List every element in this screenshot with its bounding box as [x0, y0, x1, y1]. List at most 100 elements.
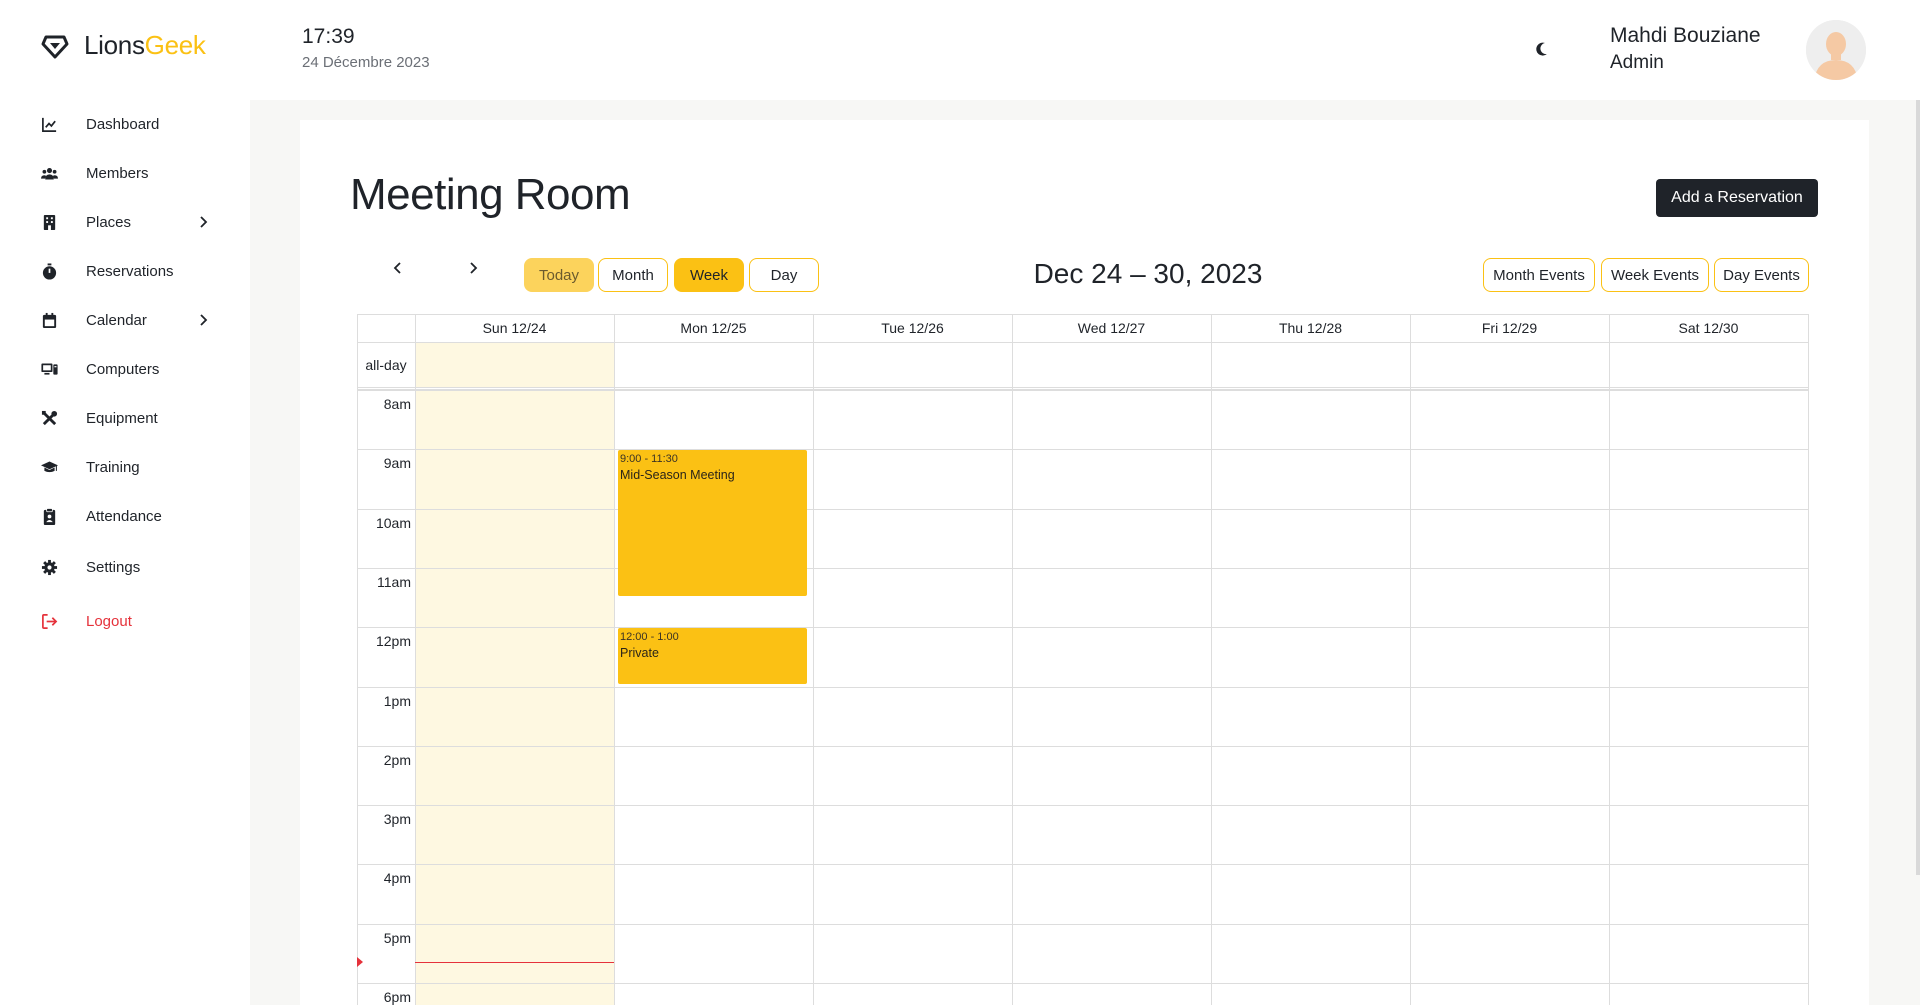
day-header[interactable]: Wed 12/27	[1012, 314, 1211, 342]
allday-slot[interactable]	[614, 342, 813, 387]
time-slot[interactable]	[614, 805, 813, 864]
time-slot[interactable]	[415, 449, 614, 508]
time-slot[interactable]	[1609, 509, 1808, 568]
time-slot[interactable]	[415, 746, 614, 805]
time-slot[interactable]	[1211, 864, 1410, 923]
day-header[interactable]: Sat 12/30	[1609, 314, 1808, 342]
time-slot[interactable]	[1609, 449, 1808, 508]
time-slot[interactable]	[813, 805, 1012, 864]
time-slot[interactable]	[813, 687, 1012, 746]
time-slot[interactable]	[1410, 568, 1609, 627]
time-slot[interactable]	[1211, 746, 1410, 805]
sidebar-item-settings[interactable]: Settings	[40, 551, 210, 583]
time-slot[interactable]	[614, 746, 813, 805]
time-slot[interactable]	[1211, 687, 1410, 746]
time-slot[interactable]	[1609, 924, 1808, 983]
time-slot[interactable]	[1410, 805, 1609, 864]
day-events-button[interactable]: Day Events	[1714, 258, 1809, 292]
time-slot[interactable]	[1609, 983, 1808, 1005]
time-slot[interactable]	[1410, 449, 1609, 508]
calendar-event[interactable]: 9:00 - 11:30 Mid-Season Meeting	[618, 450, 807, 596]
week-view-button[interactable]: Week	[674, 258, 744, 292]
time-slot[interactable]	[614, 983, 813, 1005]
prev-week-button[interactable]	[383, 253, 413, 283]
day-header[interactable]: Sun 12/24	[415, 314, 614, 342]
today-button[interactable]: Today	[524, 258, 594, 292]
time-slot[interactable]	[415, 983, 614, 1005]
time-slot[interactable]	[1609, 805, 1808, 864]
time-slot[interactable]	[1211, 568, 1410, 627]
time-slot[interactable]	[813, 449, 1012, 508]
time-slot[interactable]	[415, 627, 614, 686]
time-slot[interactable]	[614, 687, 813, 746]
time-slot[interactable]	[813, 509, 1012, 568]
time-slot[interactable]	[813, 746, 1012, 805]
time-slot[interactable]	[415, 924, 614, 983]
time-slot[interactable]	[1012, 390, 1211, 449]
day-view-button[interactable]: Day	[749, 258, 819, 292]
sidebar-item-members[interactable]: Members	[40, 157, 210, 189]
day-header[interactable]: Mon 12/25	[614, 314, 813, 342]
time-slot[interactable]	[1609, 627, 1808, 686]
sidebar-item-attendance[interactable]: Attendance	[40, 500, 210, 532]
time-slot[interactable]	[415, 568, 614, 627]
time-slot[interactable]	[415, 805, 614, 864]
time-slot[interactable]	[813, 627, 1012, 686]
sidebar-item-training[interactable]: Training	[40, 451, 210, 483]
day-header[interactable]: Tue 12/26	[813, 314, 1012, 342]
time-slot[interactable]	[1211, 627, 1410, 686]
day-header[interactable]: Thu 12/28	[1211, 314, 1410, 342]
time-slot[interactable]	[813, 983, 1012, 1005]
time-slot[interactable]	[614, 390, 813, 449]
sidebar-item-logout[interactable]: Logout	[40, 605, 210, 637]
time-slot[interactable]	[1609, 568, 1808, 627]
time-slot[interactable]	[1410, 746, 1609, 805]
allday-slot[interactable]	[1609, 342, 1808, 387]
allday-slot[interactable]	[415, 342, 614, 387]
time-slot[interactable]	[813, 568, 1012, 627]
time-slot[interactable]	[1410, 687, 1609, 746]
time-slot[interactable]	[1211, 509, 1410, 568]
calendar-event[interactable]: 12:00 - 1:00 Private	[618, 628, 807, 685]
dark-mode-toggle[interactable]	[1532, 38, 1554, 60]
time-slot[interactable]	[813, 924, 1012, 983]
time-slot[interactable]	[1410, 627, 1609, 686]
allday-slot[interactable]	[1410, 342, 1609, 387]
time-slot[interactable]	[1211, 390, 1410, 449]
time-slot[interactable]	[1012, 864, 1211, 923]
sidebar-item-computers[interactable]: Computers	[40, 353, 210, 385]
time-slot[interactable]	[1410, 390, 1609, 449]
month-view-button[interactable]: Month	[598, 258, 668, 292]
time-slot[interactable]	[1211, 983, 1410, 1005]
day-header[interactable]: Fri 12/29	[1410, 314, 1609, 342]
time-slot[interactable]	[1410, 509, 1609, 568]
time-slot[interactable]	[1211, 924, 1410, 983]
page-scrollbar[interactable]	[1916, 100, 1920, 875]
time-slot[interactable]	[1410, 924, 1609, 983]
time-slot[interactable]	[1012, 805, 1211, 864]
time-slot[interactable]	[1410, 864, 1609, 923]
time-slot[interactable]	[1609, 390, 1808, 449]
time-slot[interactable]	[813, 390, 1012, 449]
allday-slot[interactable]	[813, 342, 1012, 387]
time-slot[interactable]	[1609, 687, 1808, 746]
brand-logo[interactable]: LionsGeek	[40, 30, 206, 61]
time-slot[interactable]	[1012, 568, 1211, 627]
next-week-button[interactable]	[458, 253, 488, 283]
time-slot[interactable]	[1410, 983, 1609, 1005]
sidebar-item-places[interactable]: Places	[40, 206, 210, 238]
time-slot[interactable]	[1012, 449, 1211, 508]
time-slot[interactable]	[415, 687, 614, 746]
allday-slot[interactable]	[1012, 342, 1211, 387]
time-slot[interactable]	[1211, 449, 1410, 508]
allday-slot[interactable]	[1211, 342, 1410, 387]
time-slot[interactable]	[813, 864, 1012, 923]
add-reservation-button[interactable]: Add a Reservation	[1656, 179, 1818, 217]
time-slot[interactable]	[1012, 687, 1211, 746]
time-slot[interactable]	[1211, 805, 1410, 864]
time-slot[interactable]	[1012, 746, 1211, 805]
time-slot[interactable]	[415, 864, 614, 923]
sidebar-item-equipment[interactable]: Equipment	[40, 402, 210, 434]
time-slot[interactable]	[1012, 509, 1211, 568]
month-events-button[interactable]: Month Events	[1483, 258, 1595, 292]
